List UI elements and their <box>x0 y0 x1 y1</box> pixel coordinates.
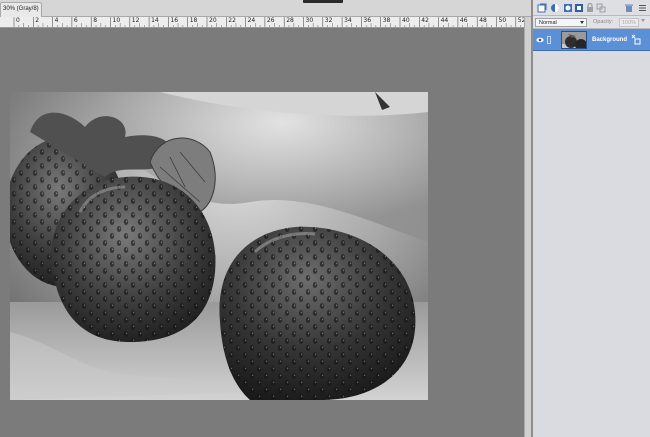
ruler-tick-label: 14 <box>151 17 159 24</box>
ruler-tick-label: 50 <box>498 17 507 24</box>
ruler-tick-label: 4 <box>54 17 59 24</box>
ruler-tick-label: 48 <box>479 17 487 24</box>
add-mask-icon[interactable] <box>563 3 573 13</box>
ruler-tick-label: 24 <box>247 17 256 24</box>
ruler-tick-label: 46 <box>459 17 468 24</box>
delete-layer-icon[interactable] <box>624 3 634 13</box>
opacity-label: Opacity: <box>593 19 614 25</box>
vertical-scrollbar[interactable] <box>524 17 531 437</box>
document-tab-title: 30% (Gray/8) <box>3 6 39 12</box>
ruler-tick-label: 32 <box>324 17 333 24</box>
ruler-tick-label: 0 <box>16 17 20 24</box>
lock-transparent-icon[interactable] <box>574 3 584 13</box>
layer-row-background[interactable]: Background <box>533 29 650 51</box>
ruler-tick-label: 2 <box>35 17 40 24</box>
ruler-tick-label: 22 <box>228 17 236 24</box>
ruler-tick-label: 36 <box>363 17 372 24</box>
ruler-tick-label: 18 <box>189 17 198 24</box>
layer-thumbnail <box>561 31 587 49</box>
new-fill-layer-icon[interactable] <box>550 3 560 13</box>
layers-toolbar <box>533 0 650 16</box>
blend-mode-value: Normal <box>539 20 557 26</box>
ruler-tick-label: 6 <box>73 17 78 24</box>
strawberries-photo <box>10 92 428 400</box>
ruler-tick-label: 10 <box>112 17 121 24</box>
ruler-tick-label: 8 <box>93 17 98 24</box>
panel-menu-icon[interactable] <box>638 3 648 13</box>
layer-lock-icon <box>631 34 641 45</box>
ruler-tick-label: 26 <box>266 17 275 24</box>
document-tab[interactable]: 30% (Gray/8) <box>0 2 42 17</box>
blend-opacity-row: Normal Opacity: 100% <box>533 16 650 29</box>
new-layer-icon[interactable] <box>537 3 547 13</box>
ruler-tick-label: 12 <box>131 17 140 24</box>
layers-panel: Normal Opacity: 100% Background <box>533 0 650 437</box>
opacity-field[interactable]: 100% <box>619 18 639 27</box>
opacity-value: 100% <box>622 20 637 26</box>
ruler-tick-label: 34 <box>344 17 352 24</box>
document-tab-bar: 30% (Gray/8) <box>0 0 531 17</box>
horizontal-ruler[interactable]: 0 2 4 6 8 10 12 14 16 18 20 22 24 26 28 30 32 34 36 38 40 42 4… <box>0 17 531 28</box>
layer-name: Background <box>592 37 628 43</box>
link-layers-icon[interactable] <box>596 3 606 13</box>
ruler-tick-label: 28 <box>286 17 294 24</box>
ruler-tick-label: 30 <box>305 17 314 24</box>
ruler-tick-label: 40 <box>402 17 410 24</box>
ruler-tick-label: 44 <box>440 17 449 24</box>
image-canvas[interactable] <box>10 92 428 400</box>
opacity-dropdown-icon[interactable] <box>641 19 645 22</box>
lock-all-icon[interactable] <box>585 3 595 13</box>
ruler-ticks <box>13 17 531 27</box>
ruler-tick-label: 38 <box>382 17 391 24</box>
tab-scroll-indicator <box>303 0 343 3</box>
layer-link-icon <box>547 36 551 44</box>
blend-mode-dropdown[interactable]: Normal <box>535 18 587 27</box>
ruler-tick-label: 20 <box>209 17 217 24</box>
visibility-eye-icon[interactable] <box>536 36 544 44</box>
ruler-tick-label: 16 <box>170 17 179 24</box>
ruler-tick-label: 42 <box>421 17 429 24</box>
chevron-down-icon <box>580 21 584 24</box>
